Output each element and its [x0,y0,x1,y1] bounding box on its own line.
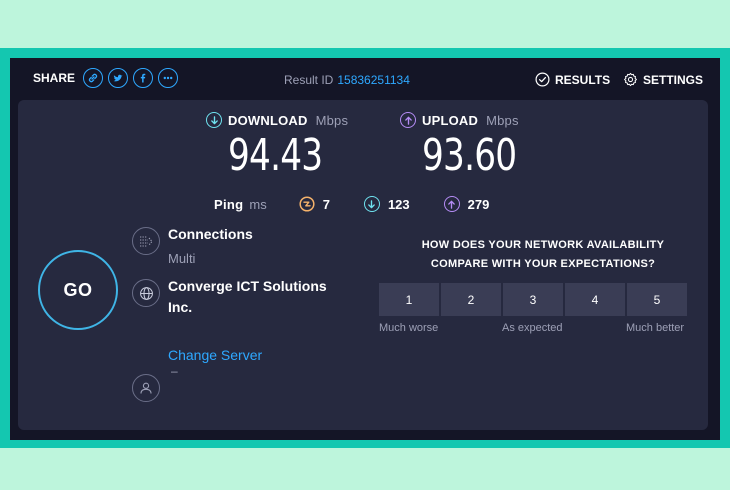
scale-low-label: Much worse [379,322,439,334]
result-id: Result ID 15836251134 [284,73,410,87]
server-name: Converge ICT Solutions Inc. [168,276,327,318]
survey-question-line2: COMPARE WITH YOUR EXPECTATIONS? [430,258,656,270]
user-info-value: – [171,364,178,378]
rating-option-5[interactable]: 5 [627,283,687,316]
result-id-value[interactable]: 15836251134 [337,73,410,87]
ping-idle: 7 [299,196,330,212]
link-icon[interactable] [83,68,104,88]
download-value: 94.43 [228,130,323,181]
scale-high-label: Much better [626,322,685,334]
check-circle-icon [535,72,550,87]
download-meter: DOWNLOAD Mbps 94.43 [206,112,349,181]
ping-download: 123 [363,196,410,212]
connections-mode[interactable]: Multi [168,251,195,266]
download-unit: Mbps [315,112,349,128]
top-bar: SHARE Result ID 15836251134 RESULTS SETTI… [10,58,720,100]
facebook-icon[interactable] [133,68,154,88]
upload-arrow-icon [400,112,416,128]
download-arrow-icon [206,112,222,128]
speedtest-app: SHARE Result ID 15836251134 RESULTS SETTI… [10,58,720,440]
rating-option-2[interactable]: 2 [441,283,501,316]
upload-unit: Mbps [486,112,519,128]
connections-title: Connections [168,226,253,242]
ping-download-value: 123 [387,196,410,212]
upload-label: UPLOAD [422,112,479,128]
rating-option-4[interactable]: 4 [565,283,625,316]
download-label: DOWNLOAD [228,112,308,128]
ping-unit: ms [249,196,267,212]
rating-scale: 1 2 3 4 5 [379,283,687,316]
share-group: SHARE [33,68,179,88]
ping-upload: 279 [443,196,490,212]
download-latency-icon [363,196,380,212]
results-label: RESULTS [555,72,611,87]
idle-latency-icon [299,196,315,212]
go-button[interactable]: GO [38,250,118,330]
rating-option-3[interactable]: 3 [503,283,563,316]
survey-question-line1: HOW DOES YOUR NETWORK AVAILABILITY [421,239,665,251]
more-icon[interactable] [158,68,179,88]
ping-upload-value: 279 [467,196,490,212]
upload-meter: UPLOAD Mbps 93.60 [400,112,543,181]
rating-option-1[interactable]: 1 [379,283,439,316]
share-label: SHARE [33,71,76,85]
ping-row: Ping ms 7 123 279 [214,196,523,212]
change-server-link[interactable]: Change Server [168,347,262,363]
results-panel: DOWNLOAD Mbps 94.43 UPLOAD Mbps 93.60 Pi… [18,100,708,430]
upload-latency-icon [443,196,460,212]
connections-icon [132,227,160,255]
result-id-label: Result ID [284,73,334,87]
gear-icon [624,72,637,87]
settings-label: SETTINGS [643,72,704,87]
ping-label: Ping [214,196,244,212]
server-name-line1: Converge ICT Solutions [168,278,327,294]
user-icon [132,374,160,402]
server-name-line2: Inc. [168,299,193,315]
globe-icon [132,279,160,307]
twitter-icon[interactable] [108,68,129,88]
ping-idle-value: 7 [322,196,330,212]
survey-question: HOW DOES YOUR NETWORK AVAILABILITY COMPA… [378,236,708,274]
results-button[interactable]: RESULTS [535,72,610,87]
scale-mid-label: As expected [502,322,563,334]
upload-value: 93.60 [422,130,517,181]
settings-button[interactable]: SETTINGS [623,72,703,87]
